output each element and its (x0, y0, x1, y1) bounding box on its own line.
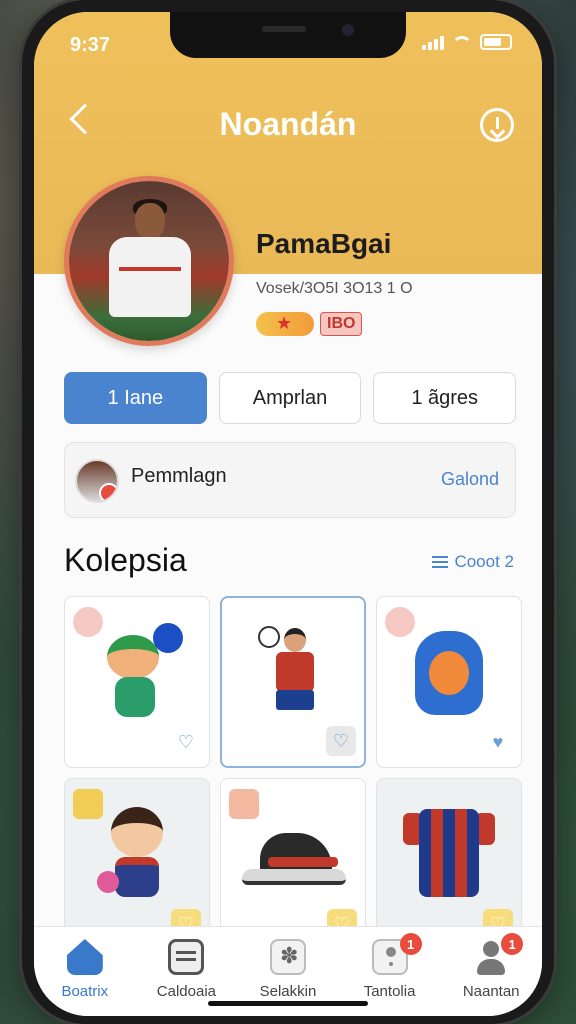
tag-icon (73, 607, 103, 637)
notch (170, 12, 406, 58)
phone-frame: 9:37 Noandán PamaBgai Vosek/3O5I 3O13 1 … (22, 0, 554, 1024)
nav-label: Tantolia (363, 983, 416, 1000)
mascot-figure (97, 801, 177, 909)
friend-action-link[interactable]: Galond (441, 469, 499, 490)
fan-icon (269, 939, 306, 975)
heart-filled-icon[interactable]: ♥ (483, 727, 513, 757)
nav-item-fan[interactable]: Selakkin (240, 939, 336, 1000)
tab-2[interactable]: Amprlan (218, 372, 362, 424)
collection-item[interactable]: ♥ (376, 596, 522, 768)
collection-item[interactable]: ♡ (64, 778, 210, 950)
page-title: Noandán (219, 106, 357, 142)
collection-item[interactable]: ♡ (220, 596, 366, 768)
signal-icon (422, 36, 444, 50)
avatar-photo (69, 181, 229, 341)
document-icon (168, 939, 205, 975)
camera-icon (342, 24, 354, 36)
home-indicator[interactable] (208, 1001, 368, 1006)
heart-icon[interactable]: ♡ (171, 727, 201, 757)
nav-label: Boatrix (61, 983, 109, 1000)
collection-item[interactable]: ♡ (220, 778, 366, 950)
wifi-icon (452, 36, 472, 50)
list-icon (432, 556, 449, 568)
collection-grid: ♡ ♡ ♥ ♡ ♡ ♡ (64, 596, 522, 950)
profile-subtitle: Vosek/3O5I 3O13 1 O (256, 280, 413, 297)
collection-link[interactable]: Cooot 2 (432, 552, 514, 572)
star-badge-icon (256, 312, 314, 336)
heart-icon[interactable]: ♡ (326, 726, 356, 756)
nav-item-home[interactable]: Boatrix (37, 939, 133, 1000)
jersey-figure (403, 803, 495, 899)
badge-row: IBO (256, 312, 363, 336)
collection-title: Kolepsia (64, 542, 187, 578)
mascot-figure (409, 625, 489, 725)
boot-figure (238, 829, 348, 899)
collection-item[interactable]: ♡ (376, 778, 522, 950)
tab-bar: 1 Iane Amprlan 1 ãgres (64, 372, 517, 424)
notification-badge: 1 (501, 933, 524, 955)
mascot-figure (101, 621, 183, 725)
battery-icon (480, 34, 512, 50)
friend-card[interactable]: Pemmlagn Galond (64, 442, 516, 518)
level-badge: IBO (320, 312, 363, 336)
collection-link-label: Cooot 2 (454, 552, 514, 571)
nav-item-documents[interactable]: Caldoaia (138, 939, 234, 1000)
friend-avatar (75, 459, 119, 503)
status-time: 9:37 (70, 34, 111, 56)
app-screen: 9:37 Noandán PamaBgai Vosek/3O5I 3O13 1 … (34, 12, 542, 1016)
friend-name: Pemmlagn (131, 465, 227, 487)
speaker (262, 26, 306, 32)
profile-name: PamaBgai (256, 228, 392, 259)
collection-item[interactable]: ♡ (64, 596, 210, 768)
profile-avatar[interactable] (64, 176, 234, 346)
home-icon (66, 939, 103, 975)
nav-label: Naantan (462, 983, 520, 1000)
nav-label: Selakkin (259, 983, 317, 1000)
nav-item-pin[interactable]: 1 Tantolia (342, 933, 438, 1000)
tag-icon (229, 789, 259, 819)
tab-1[interactable]: 1 Iane (64, 372, 207, 424)
status-icons (422, 34, 512, 50)
nav-item-profile[interactable]: 1 Naantan (443, 933, 539, 1000)
notification-badge: 1 (399, 933, 422, 955)
download-circle-icon[interactable] (480, 108, 514, 142)
player-figure (258, 618, 328, 728)
nav-label: Caldoaia (156, 983, 216, 1000)
tab-3[interactable]: 1 ãgres (373, 372, 517, 424)
